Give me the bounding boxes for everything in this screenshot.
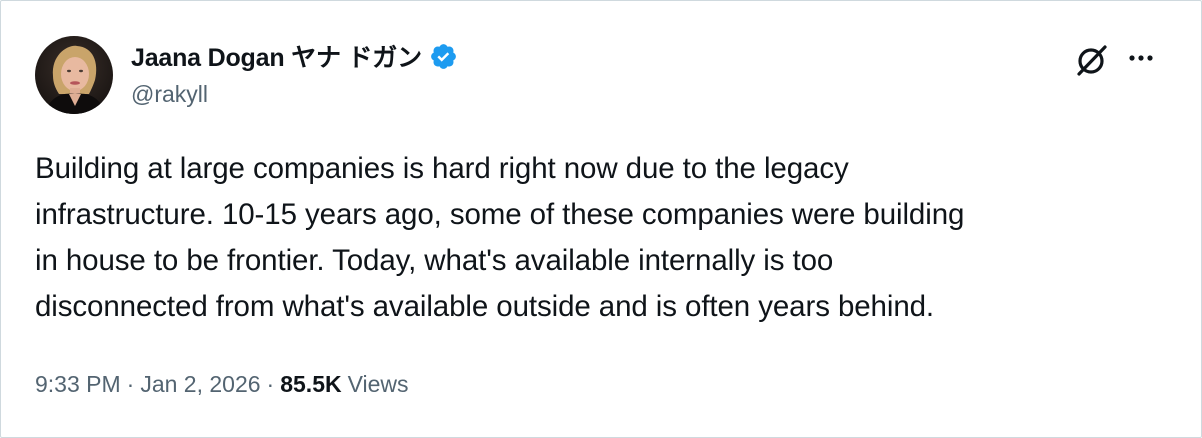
grok-icon[interactable] bbox=[1073, 41, 1111, 79]
tweet-date[interactable]: Jan 2, 2026 bbox=[140, 371, 260, 398]
meta-separator: · bbox=[126, 371, 135, 397]
avatar-photo-icon bbox=[35, 36, 113, 114]
more-options-icon[interactable] bbox=[1127, 47, 1155, 69]
tweet-card: Jaana Dogan ヤナ ドガン @rakyll Building at l… bbox=[0, 0, 1202, 438]
views-label: Views bbox=[347, 371, 409, 397]
tweet-text-line: infrastructure. 10-15 years ago, some of… bbox=[35, 198, 965, 231]
verified-badge-icon[interactable] bbox=[429, 42, 458, 71]
tweet-text-line: disconnected from what's available outsi… bbox=[35, 290, 935, 323]
author-display-name[interactable]: Jaana Dogan ヤナ ドガン bbox=[131, 38, 422, 74]
author-name-row: Jaana Dogan ヤナ ドガン bbox=[131, 39, 458, 73]
meta-separator: · bbox=[266, 371, 275, 397]
tweet-text-line: Building at large companies is hard righ… bbox=[35, 152, 849, 185]
tweet-text: Building at large companies is hard righ… bbox=[35, 146, 1165, 330]
views-count: 85.5K bbox=[280, 371, 342, 397]
tweet-meta: 9:33 PM · Jan 2, 2026 · 85.5K Views bbox=[35, 371, 409, 398]
tweet-time[interactable]: 9:33 PM bbox=[35, 371, 121, 398]
tweet-text-line: in house to be frontier. Today, what's a… bbox=[35, 244, 834, 277]
avatar[interactable] bbox=[35, 36, 113, 114]
author-handle[interactable]: @rakyll bbox=[131, 81, 208, 108]
